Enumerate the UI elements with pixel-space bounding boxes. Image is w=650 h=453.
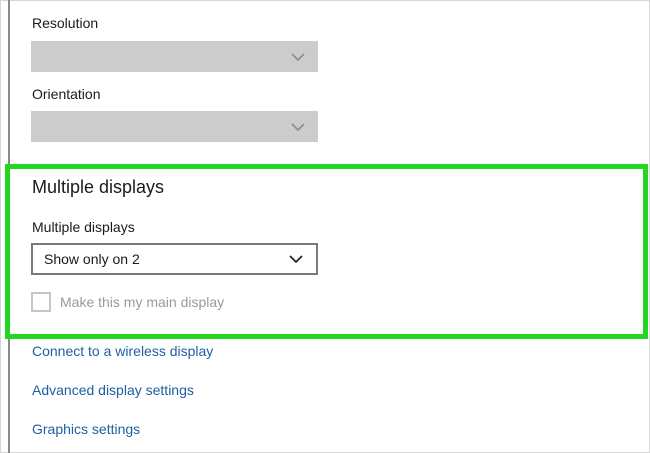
orientation-label: Orientation (32, 86, 101, 102)
multiple-displays-label: Multiple displays (32, 219, 135, 235)
main-display-checkbox[interactable] (31, 292, 51, 312)
multiple-displays-dropdown[interactable]: Show only on 2 (31, 243, 318, 275)
graphics-settings-link[interactable]: Graphics settings (32, 421, 140, 437)
chevron-down-icon (289, 255, 303, 264)
main-display-checkbox-label: Make this my main display (60, 294, 225, 310)
section-title: Multiple displays (32, 177, 165, 197)
resolution-label: Resolution (32, 15, 99, 31)
dropdown-value: Show only on 2 (44, 251, 140, 267)
chevron-down-icon (291, 52, 305, 61)
chevron-down-icon (291, 122, 305, 131)
advanced-display-settings-link[interactable]: Advanced display settings (32, 382, 194, 398)
resolution-select[interactable] (31, 41, 318, 72)
orientation-select[interactable] (31, 111, 318, 142)
connect-wireless-display-link[interactable]: Connect to a wireless display (32, 343, 213, 359)
